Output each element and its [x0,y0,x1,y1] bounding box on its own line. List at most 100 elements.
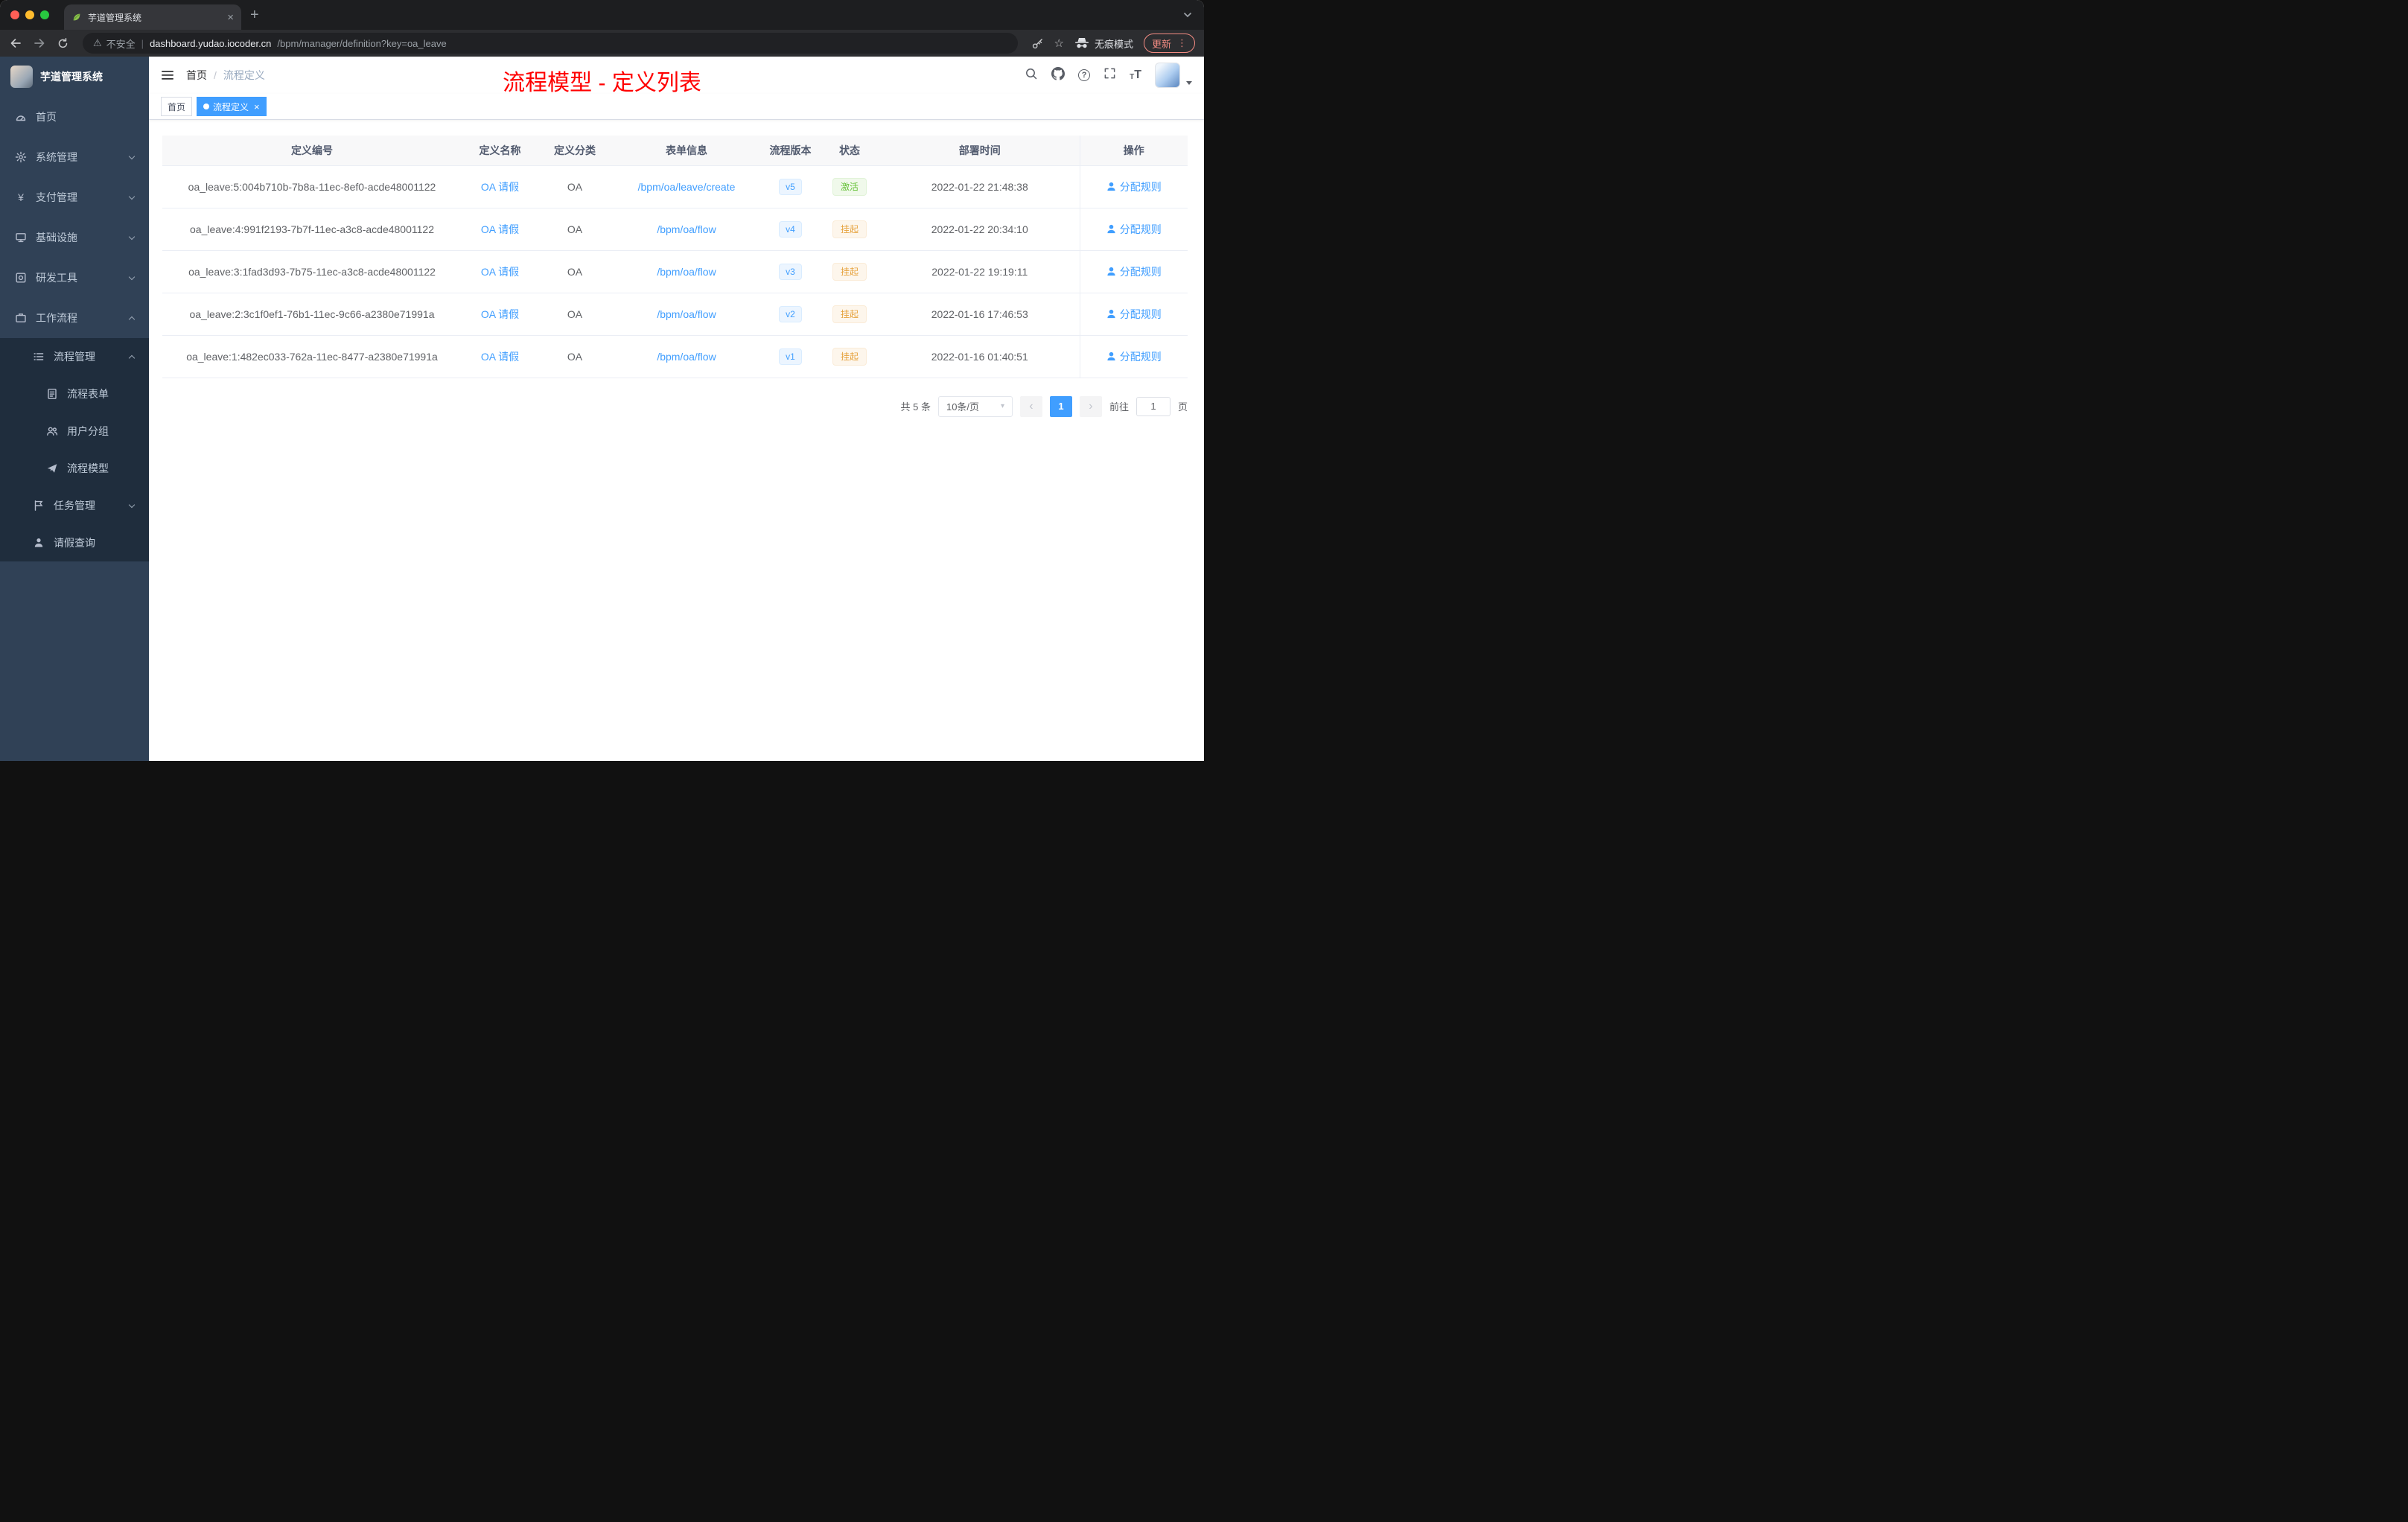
list-icon [33,351,45,363]
paper-plane-icon [46,462,58,474]
assign-rule-link[interactable]: 分配规则 [1106,179,1162,194]
sidebar-item-home[interactable]: 首页 [0,97,149,137]
assign-rule-link[interactable]: 分配规则 [1106,349,1162,364]
font-size-icon[interactable]: TT [1130,69,1141,81]
avatar-caret-icon[interactable] [1186,81,1192,85]
tab-search-icon[interactable] [1183,12,1192,18]
minimize-window-button[interactable] [25,10,34,19]
password-key-icon[interactable] [1031,37,1044,50]
back-icon[interactable] [9,36,22,50]
user-avatar[interactable] [1155,63,1180,88]
macos-traffic-lights [0,10,64,19]
next-page-button[interactable]: › [1079,395,1102,417]
sidebar-item-task-mgmt[interactable]: 任务管理 [0,487,149,524]
chevron-down-icon [128,153,136,159]
app-navbar: 首页 / 流程定义 ? TT [149,57,1204,94]
definition-name-link[interactable]: OA 请假 [481,266,519,278]
col-deploy-time: 部署时间 [880,136,1080,166]
cell-form-info: /bpm/oa/flow [611,335,762,378]
col-definition-name: 定义名称 [462,136,538,166]
forward-icon[interactable] [33,36,46,50]
chrome-update-button[interactable]: 更新 ⋮ [1143,34,1195,53]
reload-icon[interactable] [57,37,69,50]
cell-definition-id: oa_leave:2:3c1f0ef1-76b1-11ec-9c66-a2380… [162,293,462,336]
url-bar[interactable]: ⚠ 不安全 | dashboard.yudao.iocoder.cn/bpm/m… [83,33,1018,54]
sidebar-item-system[interactable]: 系统管理 [0,137,149,177]
form-link[interactable]: /bpm/oa/flow [657,266,716,278]
col-form-info: 表单信息 [611,136,762,166]
tag-home[interactable]: 首页 [161,97,193,116]
sidebar-item-user-group[interactable]: 用户分组 [0,413,149,450]
assign-rule-link[interactable]: 分配规则 [1106,307,1162,322]
incognito-icon [1074,38,1089,48]
assign-rule-link[interactable]: 分配规则 [1106,222,1162,237]
sidebar-item-payment[interactable]: ¥ 支付管理 [0,177,149,217]
form-link[interactable]: /bpm/oa/flow [657,351,716,363]
security-warning[interactable]: ⚠ 不安全 [93,36,136,51]
help-icon[interactable]: ? [1078,69,1091,81]
cell-definition-id: oa_leave:4:991f2193-7b7f-11ec-a3c8-acde4… [162,208,462,251]
definition-name-link[interactable]: OA 请假 [481,223,519,235]
cell-definition-name: OA 请假 [462,335,538,378]
definition-name-link[interactable]: OA 请假 [481,351,519,363]
fullscreen-icon[interactable] [1103,67,1116,83]
col-definition-id: 定义编号 [162,136,462,166]
user-icon [1107,351,1115,361]
cell-actions: 分配规则 [1079,165,1188,208]
bookmark-star-icon[interactable]: ☆ [1054,36,1064,50]
tab-title: 芋道管理系统 [88,12,142,23]
cell-status: 挂起 [819,250,880,293]
new-tab-button[interactable]: + [250,7,259,22]
form-link[interactable]: /bpm/oa/flow [657,308,716,320]
logo-title: 芋道管理系统 [40,71,103,83]
version-badge: v1 [779,348,802,365]
sidebar-logo: 芋道管理系统 [0,57,149,97]
tab-close-icon[interactable]: × [227,12,234,23]
version-badge: v5 [779,178,802,195]
cell-category: OA [538,208,611,251]
col-status: 状态 [819,136,880,166]
sidebar-item-devtools[interactable]: 研发工具 [0,258,149,298]
toolbox-icon [15,272,27,284]
tag-process-definition[interactable]: 流程定义 × [197,97,267,116]
definition-name-link[interactable]: OA 请假 [481,181,519,193]
github-icon[interactable] [1051,66,1066,84]
status-badge: 挂起 [832,262,867,281]
cell-status: 激活 [819,165,880,208]
more-menu-icon[interactable]: ⋮ [1177,37,1187,49]
sidebar-item-process-form[interactable]: 流程表单 [0,375,149,413]
cell-definition-id: oa_leave:3:1fad3d93-7b75-11ec-a3c8-acde4… [162,250,462,293]
goto-label: 前往 [1109,401,1129,413]
browser-tab[interactable]: 芋道管理系统 × [64,4,241,30]
page-size-select[interactable]: 10条/页 ▾ [937,395,1013,417]
cell-category: OA [538,293,611,336]
tag-close-icon[interactable]: × [254,102,260,112]
sidebar-item-leave-query[interactable]: 请假查询 [0,524,149,561]
sidebar-item-infra[interactable]: 基础设施 [0,217,149,258]
assign-rule-link[interactable]: 分配规则 [1106,264,1162,279]
prev-page-button[interactable]: ‹ [1019,395,1042,417]
cell-definition-name: OA 请假 [462,165,538,208]
goto-page-input[interactable] [1135,396,1170,416]
col-version: 流程版本 [762,136,819,166]
tab-favicon [73,13,80,21]
flag-icon [33,500,45,512]
sidebar-item-process-model[interactable]: 流程模型 [0,450,149,487]
form-link[interactable]: /bpm/oa/flow [657,223,716,235]
user-icon [1107,182,1115,191]
current-page-button[interactable]: 1 [1049,395,1072,417]
maximize-window-button[interactable] [40,10,49,19]
form-link[interactable]: /bpm/oa/leave/create [638,181,736,193]
logo-avatar [10,66,33,88]
col-actions: 操作 [1079,136,1188,166]
definition-name-link[interactable]: OA 请假 [481,308,519,320]
sidebar-item-process-mgmt[interactable]: 流程管理 [0,338,149,375]
breadcrumb-home[interactable]: 首页 [186,68,207,83]
search-icon[interactable] [1025,67,1038,84]
sidebar-item-workflow[interactable]: 工作流程 [0,298,149,338]
page-content: 定义编号 定义名称 定义分类 表单信息 流程版本 状态 部署时间 操作 oa_l… [149,120,1204,761]
navbar-actions: ? TT [1025,63,1192,88]
close-window-button[interactable] [10,10,19,19]
hamburger-icon[interactable] [161,69,174,82]
version-badge: v4 [779,220,802,238]
